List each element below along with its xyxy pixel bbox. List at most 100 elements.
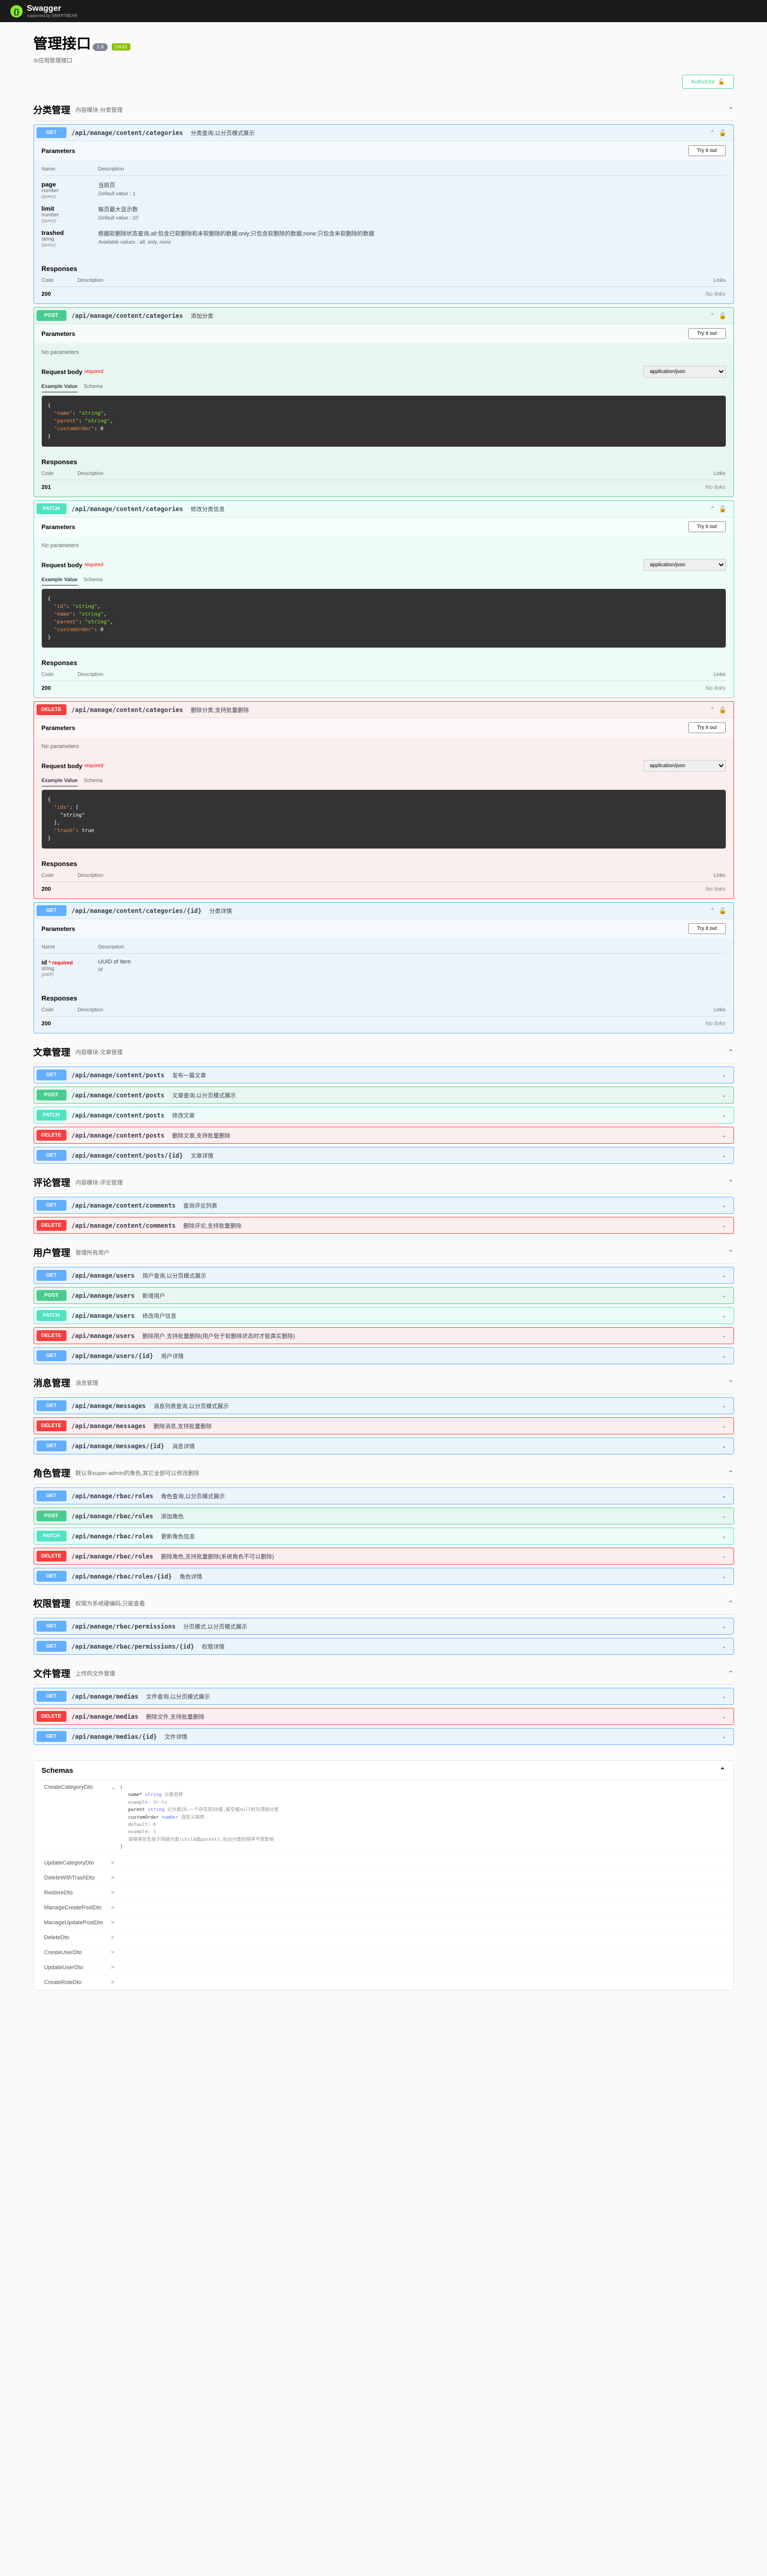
- expand-icon[interactable]: >: [111, 1979, 114, 1986]
- operation-path: /api/manage/messages: [72, 1402, 146, 1410]
- try-it-out-button[interactable]: Try it out: [688, 722, 726, 733]
- operation-block: GET /api/manage/medias/{id} 文件详情 ⌄: [33, 1728, 734, 1745]
- operation-summary[interactable]: PATCH /api/manage/rbac/roles 更新角色信息 ⌄: [34, 1528, 734, 1544]
- expand-icon[interactable]: >: [111, 1860, 114, 1866]
- content-type-select[interactable]: application/json: [643, 760, 726, 772]
- operation-path: /api/manage/users/{id}: [72, 1352, 154, 1360]
- operation-summary[interactable]: GET /api/manage/medias 文件查询,以分页模式展示 ⌄: [34, 1688, 734, 1704]
- lock-icon[interactable]: 🔓: [719, 706, 727, 714]
- schema-item[interactable]: CreateCategoryDto⌄{name* string 分类名称 exa…: [34, 1780, 734, 1856]
- operation-summary[interactable]: DELETE /api/manage/content/posts 删除文章,支持…: [34, 1127, 734, 1143]
- tab-example[interactable]: Example Value: [42, 382, 78, 393]
- tag-header[interactable]: 权限管理 权限为系统硬编码,只能查看 ⌃: [33, 1592, 734, 1615]
- chevron-icon: ⌃: [728, 1178, 734, 1187]
- expand-icon[interactable]: >: [111, 1935, 114, 1941]
- schema-item[interactable]: CreateRoleDto>: [34, 1975, 734, 1990]
- try-it-out-button[interactable]: Try it out: [688, 923, 726, 934]
- operation-summary[interactable]: POST /api/manage/content/posts 文章查询,以分页模…: [34, 1087, 734, 1103]
- operation-summary[interactable]: GET /api/manage/messages/{id} 消息详情 ⌄: [34, 1438, 734, 1454]
- tag-header[interactable]: 消息管理 消息管理 ⌃: [33, 1372, 734, 1394]
- schema-item[interactable]: ManageUpdatePostDto>: [34, 1916, 734, 1930]
- operation-summary[interactable]: GET /api/manage/rbac/permissions 分页模式,以分…: [34, 1618, 734, 1634]
- operation-summary[interactable]: DELETE /api/manage/content/comments 删除评论…: [34, 1217, 734, 1233]
- content-type-select[interactable]: application/json: [643, 366, 726, 378]
- api-header: 管理接口 1.0 OAS3 3r应用管理接口: [33, 32, 734, 64]
- operation-path: /api/manage/messages: [72, 1422, 146, 1430]
- request-body-header: Request bodyrequiredapplication/json: [34, 555, 734, 575]
- expand-icon[interactable]: >: [111, 1905, 114, 1911]
- schema-item[interactable]: DeleteDto>: [34, 1930, 734, 1945]
- operation-summary[interactable]: GET /api/manage/rbac/permissions/{id} 权限…: [34, 1638, 734, 1654]
- operation-desc: 文件查询,以分页模式展示: [146, 1692, 210, 1701]
- schema-item[interactable]: UpdateCategoryDto>: [34, 1856, 734, 1871]
- operation-summary[interactable]: GET /api/manage/content/categories 分类查询,…: [34, 125, 734, 141]
- content-type-select[interactable]: application/json: [643, 559, 726, 571]
- expand-icon[interactable]: >: [111, 1920, 114, 1926]
- operation-summary[interactable]: GET /api/manage/rbac/roles 角色查询,以分页模式展示 …: [34, 1488, 734, 1504]
- expand-icon[interactable]: >: [111, 1964, 114, 1971]
- schema-item[interactable]: DeleteWithTrashDto>: [34, 1871, 734, 1886]
- schema-item[interactable]: CreateUserDto>: [34, 1945, 734, 1960]
- schema-item[interactable]: ManageCreatePostDto>: [34, 1901, 734, 1916]
- lock-icon[interactable]: 🔓: [719, 907, 727, 914]
- operation-summary[interactable]: GET /api/manage/users 用户查询,以分页模式展示 ⌄: [34, 1267, 734, 1283]
- method-badge: DELETE: [37, 1711, 66, 1722]
- tag-section: 权限管理 权限为系统硬编码,只能查看 ⌃ GET /api/manage/rba…: [33, 1592, 734, 1655]
- operation-block: POST /api/manage/content/posts 文章查询,以分页模…: [33, 1087, 734, 1104]
- operation-summary[interactable]: PATCH /api/manage/users 修改用户信息 ⌄: [34, 1308, 734, 1324]
- expand-icon[interactable]: >: [111, 1890, 114, 1896]
- tab-example[interactable]: Example Value: [42, 776, 78, 787]
- operation-summary[interactable]: GET /api/manage/rbac/roles/{id} 角色详情 ⌄: [34, 1568, 734, 1584]
- lock-icon[interactable]: 🔓: [719, 505, 727, 513]
- tag-section: 用户管理 管理所有用户 ⌃ GET /api/manage/users 用户查询…: [33, 1242, 734, 1364]
- authorize-button[interactable]: Authorize 🔓: [682, 75, 734, 89]
- expand-icon[interactable]: >: [111, 1875, 114, 1881]
- method-badge: GET: [37, 1400, 66, 1411]
- operation-summary[interactable]: POST /api/manage/rbac/roles 添加角色 ⌄: [34, 1508, 734, 1524]
- tag-header[interactable]: 评论管理 内容模块-评论管理 ⌃: [33, 1172, 734, 1194]
- operation-summary[interactable]: DELETE /api/manage/rbac/roles 删除角色,支持批量删…: [34, 1548, 734, 1564]
- tag-header[interactable]: 角色管理 默认非super-admin的角色,其它全部可以修改删除 ⌃: [33, 1462, 734, 1484]
- try-it-out-button[interactable]: Try it out: [688, 145, 726, 156]
- tab-schema[interactable]: Schema: [84, 382, 103, 392]
- tag-desc: 上传的文件管理: [76, 1669, 115, 1677]
- chevron-icon: ⌄: [722, 1222, 726, 1229]
- tab-example[interactable]: Example Value: [42, 575, 78, 586]
- expand-icon[interactable]: >: [111, 1950, 114, 1956]
- operation-desc: 角色查询,以分页模式展示: [161, 1492, 225, 1500]
- schemas-header[interactable]: Schemas ⌃: [34, 1761, 734, 1780]
- operation-summary[interactable]: DELETE /api/manage/content/categories 删除…: [34, 702, 734, 718]
- lock-icon[interactable]: 🔓: [719, 312, 727, 319]
- schema-item[interactable]: UpdateUserDto>: [34, 1960, 734, 1975]
- try-it-out-button[interactable]: Try it out: [688, 521, 726, 532]
- chevron-icon: ⌄: [722, 1623, 726, 1630]
- tag-header[interactable]: 文章管理 内容模块-文章管理 ⌃: [33, 1041, 734, 1063]
- tag-header[interactable]: 文件管理 上传的文件管理 ⌃: [33, 1663, 734, 1685]
- tag-name: 文件管理: [33, 1667, 71, 1680]
- operation-summary[interactable]: GET /api/manage/content/categories/{id} …: [34, 903, 734, 919]
- operation-summary[interactable]: GET /api/manage/medias/{id} 文件详情 ⌄: [34, 1728, 734, 1744]
- tab-schema[interactable]: Schema: [84, 776, 103, 786]
- operation-summary[interactable]: GET /api/manage/content/posts 发布一篇文章 ⌄: [34, 1067, 734, 1083]
- expand-icon[interactable]: ⌄: [111, 1784, 116, 1791]
- operation-summary[interactable]: GET /api/manage/content/comments 查询评论列表 …: [34, 1197, 734, 1213]
- operation-summary[interactable]: DELETE /api/manage/messages 删除消息,支持批量删除 …: [34, 1418, 734, 1434]
- lock-icon[interactable]: 🔓: [719, 129, 727, 137]
- operation-summary[interactable]: POST /api/manage/content/categories 添加分类…: [34, 308, 734, 324]
- schema-item[interactable]: RestoreDto>: [34, 1886, 734, 1901]
- chevron-icon: ⌄: [722, 1422, 726, 1429]
- operation-summary[interactable]: DELETE /api/manage/users 删除用户,支持批量删除(用户处…: [34, 1328, 734, 1344]
- method-badge: GET: [37, 1691, 66, 1702]
- operation-summary[interactable]: GET /api/manage/users/{id} 用户详情 ⌄: [34, 1348, 734, 1364]
- tab-schema[interactable]: Schema: [84, 575, 103, 585]
- operation-summary[interactable]: GET /api/manage/content/posts/{id} 文章详情 …: [34, 1147, 734, 1163]
- try-it-out-button[interactable]: Try it out: [688, 328, 726, 339]
- operation-desc: 分类详情: [209, 907, 232, 915]
- operation-summary[interactable]: DELETE /api/manage/medias 删除文件,支持批量删除 ⌄: [34, 1708, 734, 1724]
- tag-header[interactable]: 分类管理 内容模块-分类管理 ⌃: [33, 99, 734, 121]
- tag-header[interactable]: 用户管理 管理所有用户 ⌃: [33, 1242, 734, 1264]
- operation-summary[interactable]: POST /api/manage/users 新增用户 ⌄: [34, 1287, 734, 1303]
- operation-summary[interactable]: PATCH /api/manage/content/posts 修改文章 ⌄: [34, 1107, 734, 1123]
- operation-summary[interactable]: PATCH /api/manage/content/categories 修改分…: [34, 501, 734, 517]
- operation-summary[interactable]: GET /api/manage/messages 消息列表查询,以分页模式展示 …: [34, 1398, 734, 1414]
